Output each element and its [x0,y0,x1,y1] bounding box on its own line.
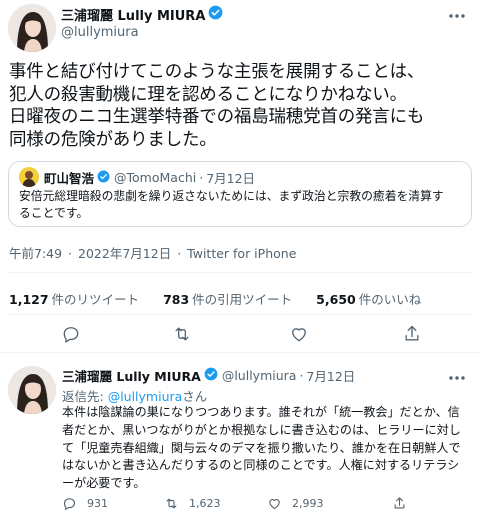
reply-text-line: 本件は陰謀論の巣になりつつあります。誰それが「統一教会」だとか、信 [62,405,460,419]
more-options-icon[interactable] [446,370,468,384]
tweet-stats: 1,127 件のリツイート 783 件の引用ツイート 5,650 件のいいね [9,289,445,308]
tweet-source[interactable]: Twitter for iPhone [187,246,296,261]
reply-retweet-action[interactable]: 1,623 [164,496,221,511]
likes-stat[interactable]: 5,650 件のいいね [316,289,421,308]
retweets-count: 1,127 [9,292,49,307]
quoted-author-avatar [19,167,39,187]
likes-count: 5,650 [316,292,356,307]
reply-text-line: はないかと書き込んだりするのと同様のことです。人権に対するリテラシ [62,458,460,473]
quotes-stat[interactable]: 783 件の引用ツイート [163,289,292,308]
reply-text-line: ーが必要です。 [62,476,146,491]
tweet-time[interactable]: 午前7:49 [9,246,62,261]
reply-author-handle[interactable]: @lullymiura [222,368,297,383]
share-icon [394,497,405,509]
reply-tweet[interactable]: 三浦瑠麗 Lully MIURA @lullymiura · 7月12日 返信先… [0,358,480,515]
reply-text-line: て「児童売春組織」関与云々のデマを振り撒いたり、誰かを在日朝鮮人で [62,440,461,455]
more-options-icon[interactable] [446,8,468,22]
quotes-label: 件の引用ツイート [192,292,293,307]
quoted-text-line: ることです。 [19,206,89,220]
reply-text: 本件は陰謀論の巣になりつつあります。誰それが「統一教会」だとか、信 者だとか、黒… [62,404,474,493]
replying-suffix: さん [182,389,208,404]
quoted-author-handle: @TomoMachi [114,170,197,185]
reply-reply-action[interactable]: 931 [62,496,108,511]
tweet-text-line: 事件と結び付けてこのような主張を展開することは、 [9,62,425,82]
reply-like-action[interactable]: 2,993 [267,496,324,511]
retweet-count: 1,623 [189,497,221,510]
quoted-tweet-card[interactable]: 町山智浩 @TomoMachi · 7月12日 安倍元総理暗殺の悲劇を繰り返さな… [8,161,472,227]
tweet-text-line: 日曜夜のニコ生選挙特番での福島瑞穂党首の発言にも [9,107,425,127]
reply-author-avatar[interactable] [8,366,56,414]
reply-action-bar: 931 1,623 2,993 [62,496,472,512]
quoted-date: 7月12日 [206,171,256,186]
replying-to: 返信先: @lullymiuraさん [62,386,207,405]
main-tweet-header: 三浦瑠麗 Lully MIURA @lullymiura [0,0,480,56]
verified-badge-icon [204,367,218,384]
retweet-icon[interactable] [172,324,192,344]
quoted-separator: · [199,170,204,185]
reply-text-line: 者だとか、黒いつながりがとか根拠なしに書き込むのは、ヒラリーに対し [62,422,461,437]
replying-prefix: 返信先: [62,389,108,404]
reply-icon [63,498,76,510]
tweet-meta: 午前7:49 · 2022年7月12日 · Twitter for iPhone [9,243,296,262]
reply-share-action[interactable] [392,496,417,511]
quoted-author-row: 町山智浩 @TomoMachi · 7月12日 [44,168,255,187]
author-name-row[interactable]: 三浦瑠麗 Lully MIURA [61,5,223,24]
reply-icon[interactable] [61,324,81,344]
divider [0,352,480,353]
verified-badge-icon [208,5,223,24]
reply-date[interactable]: 7月12日 [306,366,355,385]
tweet-text: 事件と結び付けてこのような主張を展開することは、 犯人の殺害動機に理を認めること… [9,61,475,151]
tweet-text-line: 犯人の殺害動機に理を認めることになりかねない。 [9,84,407,105]
reply-separator: · [299,368,304,383]
meta-separator: · [68,246,73,261]
reply-author-name[interactable]: 三浦瑠麗 Lully MIURA [62,366,201,385]
quotes-count: 783 [163,292,190,307]
quoted-author-name: 町山智浩 [44,171,95,186]
verified-badge-icon [97,170,110,186]
divider [8,272,472,273]
like-icon[interactable] [289,324,309,344]
retweets-label: 件のリツイート [51,292,140,307]
quoted-tweet-text: 安倍元総理暗殺の悲劇を繰り返さないためには、まず政治と宗教の癒着を清算す ること… [19,188,463,222]
divider [8,314,472,315]
retweets-stat[interactable]: 1,127 件のリツイート [9,289,139,308]
tweet-action-bar [0,324,480,344]
author-avatar[interactable] [8,4,56,52]
reply-count: 931 [87,497,108,510]
meta-separator: · [177,246,182,261]
reply-author-row: 三浦瑠麗 Lully MIURA @lullymiura · 7月12日 [62,366,355,385]
author-display-name[interactable]: 三浦瑠麗 Lully MIURA [61,5,205,24]
like-icon [269,499,280,510]
author-handle[interactable]: @lullymiura [61,25,139,40]
tweet-date[interactable]: 2022年7月12日 [78,246,171,261]
quoted-text-line: 安倍元総理暗殺の悲劇を繰り返さないためには、まず政治と宗教の癒着を清算す [19,189,444,203]
likes-label: 件のいいね [358,292,422,307]
like-count: 2,993 [292,497,324,510]
retweet-icon [166,498,177,509]
tweet-text-line: 同様の危険がありました。 [9,129,217,150]
replying-handle-link[interactable]: @lullymiura [108,389,183,404]
share-icon[interactable] [402,324,422,344]
